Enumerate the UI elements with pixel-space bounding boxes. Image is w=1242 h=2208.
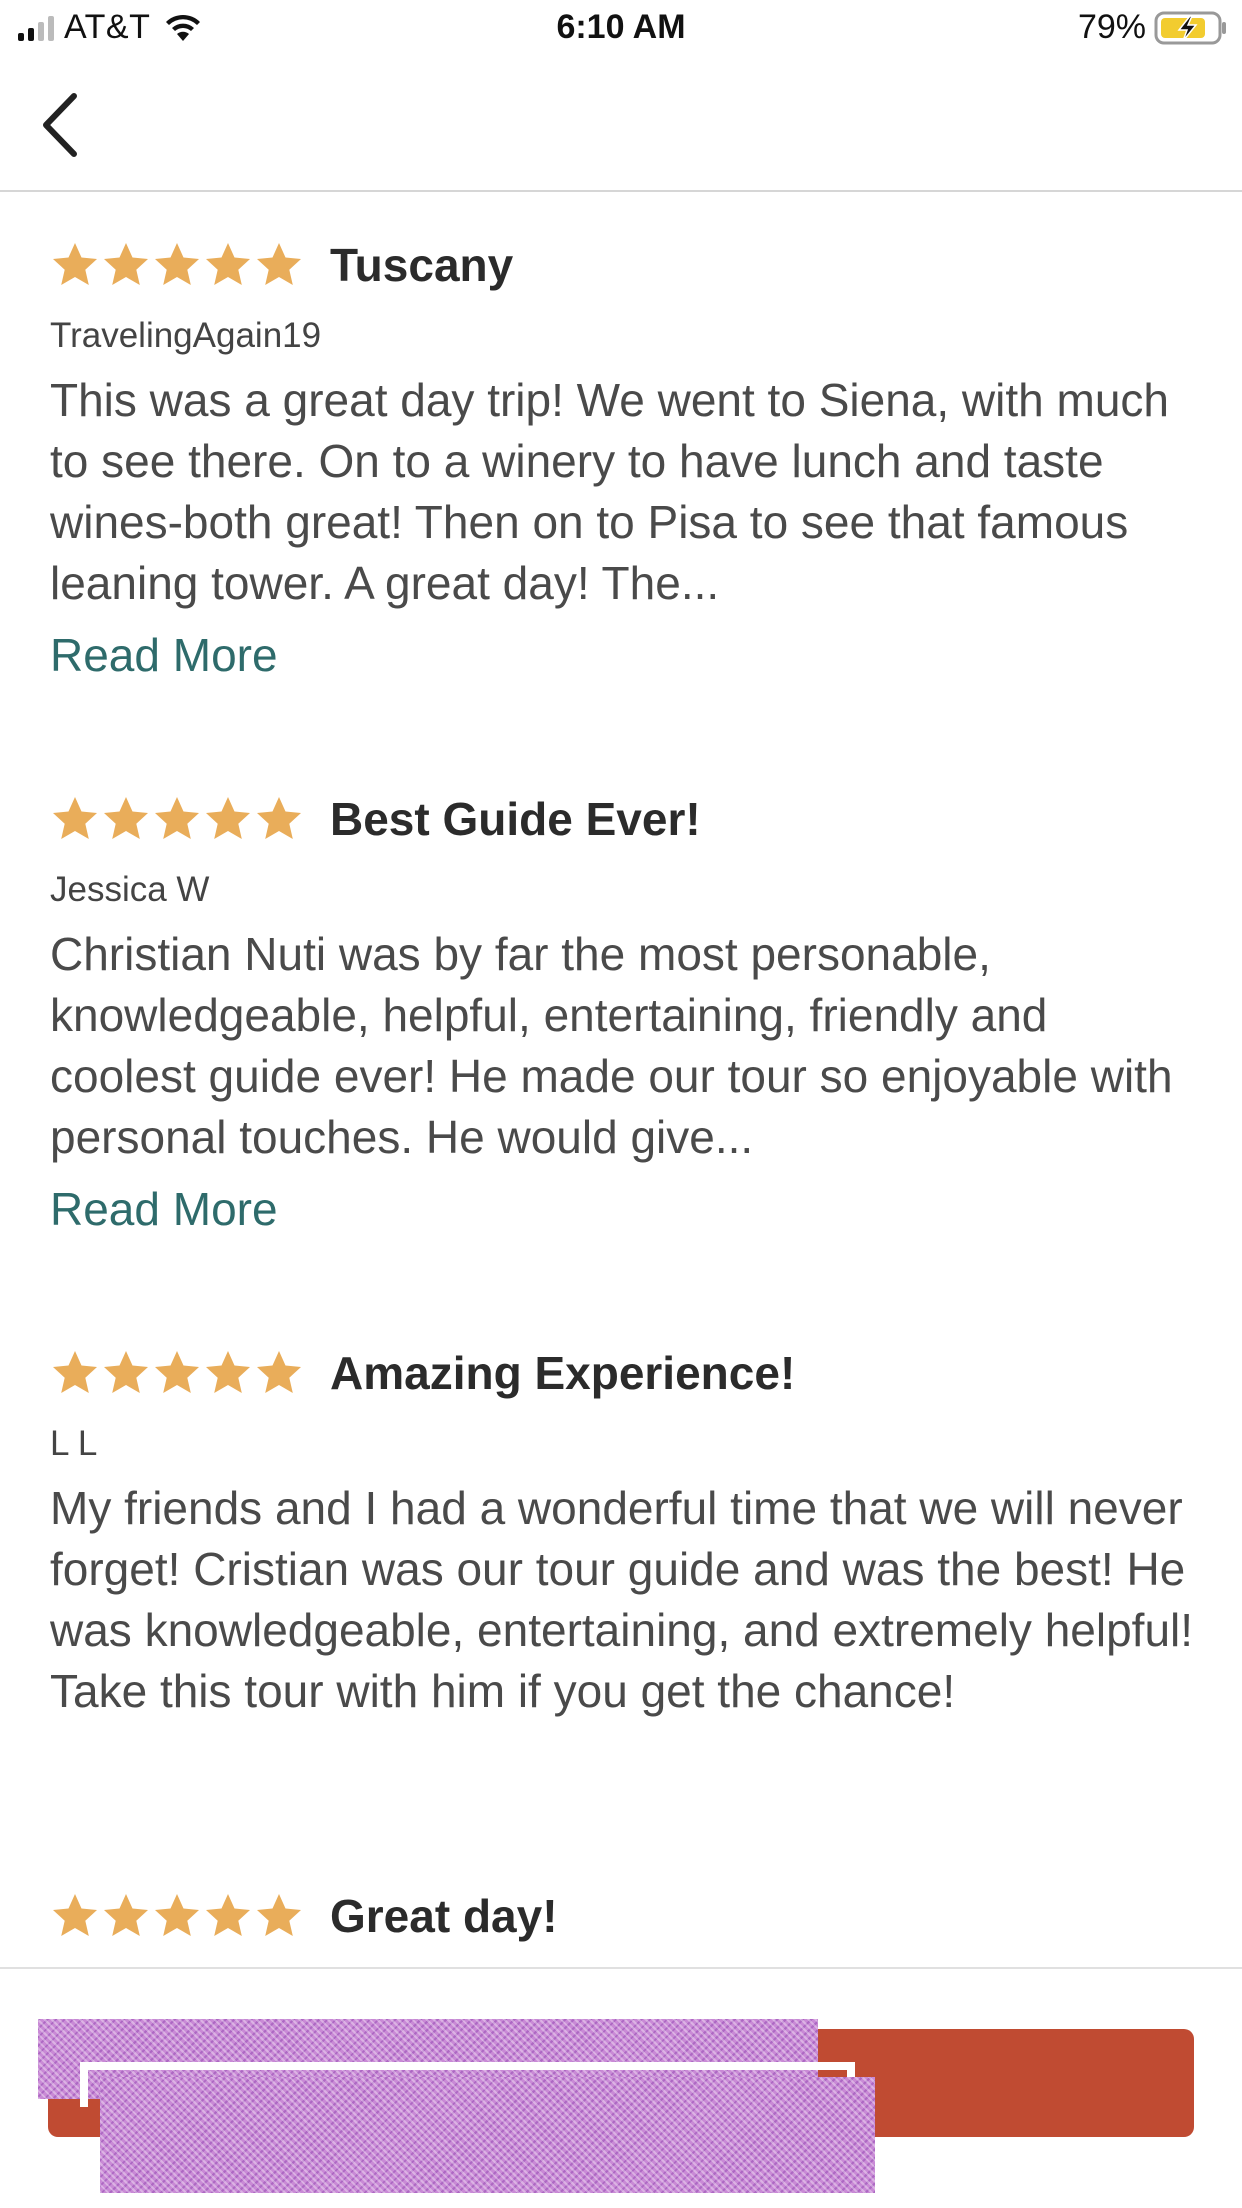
- star-icon: [155, 1351, 199, 1393]
- star-rating: [50, 794, 304, 844]
- review-header: Best Guide Ever!: [50, 784, 1202, 854]
- star-icon: [206, 1894, 250, 1936]
- redacted-region: [100, 2077, 875, 2193]
- star-rating: [50, 240, 304, 290]
- bottom-action-bar: [0, 1967, 1242, 2208]
- star-icon: [104, 243, 148, 285]
- back-button[interactable]: [30, 90, 90, 160]
- status-time: 6:10 AM: [556, 8, 686, 46]
- review-author: Jessica W: [50, 870, 210, 909]
- star-icon: [257, 1351, 301, 1393]
- review-author: TravelingAgain19: [50, 316, 322, 355]
- review-body: My friends and I had a wonderful time th…: [50, 1482, 1194, 1717]
- battery-charging-icon: [1154, 11, 1226, 44]
- star-icon: [53, 797, 97, 839]
- review-card: Tuscany TravelingAgain19 This was a grea…: [0, 230, 1242, 686]
- star-icon: [257, 797, 301, 839]
- star-rating: [50, 1348, 304, 1398]
- review-header: Great day!: [50, 1881, 558, 1951]
- review-title: Best Guide Ever!: [330, 793, 701, 845]
- review-title: Tuscany: [330, 239, 514, 291]
- star-icon: [155, 1894, 199, 1936]
- star-rating: [50, 1891, 304, 1941]
- review-header: Amazing Experience!: [50, 1338, 1202, 1408]
- review-body: Christian Nuti was by far the most perso…: [50, 928, 1173, 1163]
- review-title: Great day!: [330, 1890, 558, 1942]
- review-card: Great day!: [0, 1881, 598, 1951]
- star-icon: [104, 797, 148, 839]
- star-icon: [104, 1894, 148, 1936]
- star-icon: [257, 1894, 301, 1936]
- star-icon: [206, 243, 250, 285]
- review-author: L L: [50, 1424, 98, 1463]
- star-icon: [206, 797, 250, 839]
- star-icon: [206, 1351, 250, 1393]
- star-icon: [53, 243, 97, 285]
- star-icon: [257, 243, 301, 285]
- star-icon: [53, 1351, 97, 1393]
- star-icon: [155, 797, 199, 839]
- review-title: Amazing Experience!: [330, 1347, 796, 1399]
- review-body: This was a great day trip! We went to Si…: [50, 374, 1169, 609]
- review-header: Tuscany: [50, 230, 1202, 300]
- read-more-link[interactable]: Read More: [50, 624, 278, 686]
- nav-bar: [0, 60, 1242, 192]
- status-right: 79%: [1078, 8, 1228, 47]
- star-icon: [53, 1894, 97, 1936]
- read-more-link[interactable]: Read More: [50, 1178, 278, 1240]
- review-card: Best Guide Ever! Jessica W Christian Nut…: [0, 784, 1242, 1240]
- chevron-left-icon: [43, 93, 77, 157]
- review-card: Amazing Experience! L L My friends and I…: [0, 1338, 1242, 1722]
- star-icon: [104, 1351, 148, 1393]
- status-bar: AT&T 6:10 AM 79%: [0, 0, 1242, 60]
- star-icon: [155, 243, 199, 285]
- battery-percent: 79%: [1077, 8, 1146, 46]
